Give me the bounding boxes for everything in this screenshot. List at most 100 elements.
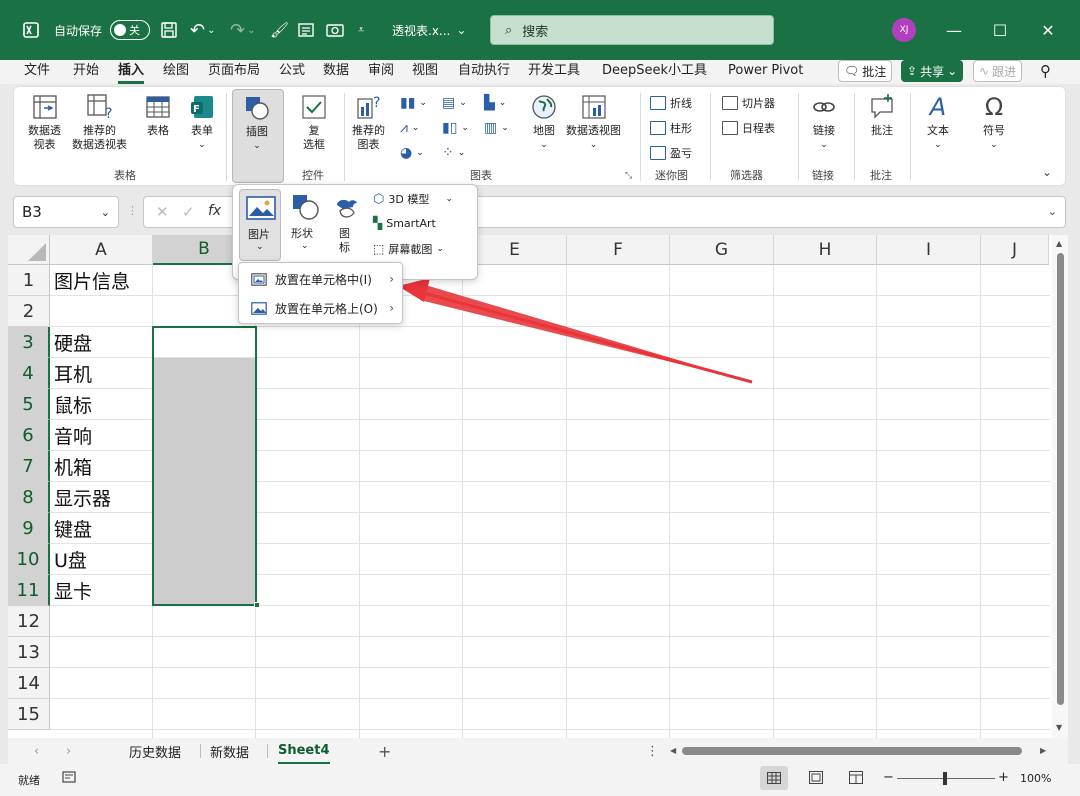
zoom-in-icon[interactable]: +: [998, 770, 1009, 785]
cancel-icon[interactable]: ✕: [156, 203, 169, 221]
tab-file[interactable]: 文件: [24, 60, 50, 84]
format-painter-icon[interactable]: 🖌: [270, 0, 289, 60]
follow-button[interactable]: ∿ 跟进: [973, 60, 1023, 82]
scroll-right-icon[interactable]: ▶: [1040, 746, 1046, 755]
row-header[interactable]: 4: [8, 358, 50, 389]
row-header[interactable]: 1: [8, 265, 50, 296]
scroll-down-icon[interactable]: ▼: [1056, 723, 1062, 732]
slicer-button[interactable]: 切片器: [722, 95, 775, 111]
page-layout-view-icon[interactable]: [809, 771, 823, 787]
tab-view[interactable]: 视图: [412, 60, 438, 84]
cell-a5[interactable]: 鼠标: [50, 389, 92, 420]
link-button[interactable]: 链接 ⌄: [810, 93, 838, 152]
close-icon[interactable]: ✕: [1024, 0, 1072, 60]
enter-icon[interactable]: ✓: [182, 203, 195, 221]
row-header[interactable]: 3: [8, 327, 50, 358]
ribbon-options-icon[interactable]: ⚲: [1040, 60, 1051, 84]
sheet-tab-sheet4[interactable]: Sheet4: [278, 738, 330, 764]
illustrations-button[interactable]: 插图 ⌄: [232, 89, 284, 183]
tab-review[interactable]: 审阅: [368, 60, 394, 84]
column-header[interactable]: J: [981, 235, 1049, 265]
save-icon[interactable]: [160, 0, 178, 60]
symbol-button[interactable]: Ω 符号 ⌄: [980, 93, 1008, 152]
minimize-icon[interactable]: —: [930, 0, 978, 60]
map-chart-button[interactable]: 地图 ⌄: [530, 93, 558, 152]
row-header[interactable]: 10: [8, 544, 50, 575]
cell-a9[interactable]: 键盘: [50, 513, 92, 544]
row-header[interactable]: 5: [8, 389, 50, 420]
zoom-out-icon[interactable]: −: [883, 770, 894, 785]
smartart-button[interactable]: ▚ SmartArt: [373, 216, 436, 230]
timeline-button[interactable]: 日程表: [722, 120, 775, 136]
accessibility-icon[interactable]: [62, 770, 76, 787]
tab-developer[interactable]: 开发工具: [528, 60, 580, 84]
statistic-chart-button[interactable]: ▮▯ ⌄: [442, 120, 469, 136]
next-sheet-icon[interactable]: ›: [66, 738, 71, 764]
scatter-chart-button[interactable]: ⁘ ⌄: [442, 145, 465, 161]
page-break-view-icon[interactable]: [849, 771, 863, 787]
cell-a4[interactable]: 耳机: [50, 358, 92, 389]
cell-a6[interactable]: 音响: [50, 420, 92, 451]
expand-formula-icon[interactable]: ⌄: [1048, 205, 1057, 218]
customize-qat-icon[interactable]: ⩡: [358, 0, 364, 60]
select-all-button[interactable]: [8, 235, 50, 265]
place-in-cell-item[interactable]: 放置在单元格中(I) ›: [239, 265, 402, 293]
column-header[interactable]: F: [567, 235, 670, 265]
collapse-ribbon-icon[interactable]: ⌄: [1042, 165, 1052, 179]
line-chart-button[interactable]: ⩘ ⌄: [400, 120, 419, 136]
checkbox-control-button[interactable]: 复 选框: [300, 93, 328, 152]
row-header[interactable]: 11: [8, 575, 50, 606]
row-header[interactable]: 7: [8, 451, 50, 482]
icons-button[interactable]: 图 标: [329, 189, 363, 261]
shapes-button[interactable]: 形状 ⌄: [287, 189, 327, 261]
column-header[interactable]: G: [670, 235, 774, 265]
row-header[interactable]: 15: [8, 699, 50, 730]
form-icon[interactable]: [298, 0, 314, 60]
dialog-launcher-icon[interactable]: ⤡: [625, 171, 632, 181]
zoom-slider-thumb[interactable]: [943, 772, 947, 785]
horizontal-scroll-thumb[interactable]: [682, 747, 1022, 755]
add-sheet-icon[interactable]: +: [378, 738, 391, 764]
picture-button[interactable]: 图片 ⌄: [239, 189, 281, 261]
row-header[interactable]: 9: [8, 513, 50, 544]
row-header[interactable]: 13: [8, 637, 50, 668]
tab-home[interactable]: 开始: [73, 60, 99, 84]
tab-data[interactable]: 数据: [323, 60, 349, 84]
cell-a10[interactable]: U盘: [50, 544, 87, 575]
filename-button[interactable]: 透视表.x... ⌄: [392, 0, 466, 60]
table-button[interactable]: 表格: [144, 93, 172, 138]
combo-chart-button[interactable]: ▥ ⌄: [484, 120, 509, 136]
recommended-charts-button[interactable]: ? 推荐的 图表: [352, 93, 385, 152]
cell-a3[interactable]: 硬盘: [50, 327, 92, 358]
tab-power-pivot[interactable]: Power Pivot: [728, 60, 803, 84]
tab-split-handle-icon[interactable]: ⋮: [646, 738, 659, 764]
undo-icon[interactable]: ↶ ⌄: [190, 0, 215, 60]
autosave-toggle[interactable]: 关: [110, 0, 150, 60]
tab-draw[interactable]: 绘图: [163, 60, 189, 84]
column-header[interactable]: A: [50, 235, 153, 265]
row-header[interactable]: 12: [8, 606, 50, 637]
cell-a8[interactable]: 显示器: [50, 482, 111, 513]
camera-icon[interactable]: [326, 0, 344, 60]
pie-chart-button[interactable]: ◕ ⌄: [400, 145, 424, 161]
share-button[interactable]: ⇪ 共享 ⌄: [901, 60, 964, 82]
place-over-cells-item[interactable]: 放置在单元格上(O) ›: [239, 294, 402, 322]
column-header[interactable]: H: [774, 235, 877, 265]
redo-icon[interactable]: ↷ ⌄: [230, 0, 255, 60]
comments-button[interactable]: 🗨 批注: [838, 60, 893, 82]
fill-handle[interactable]: [254, 602, 260, 608]
name-box[interactable]: B3 ⌄: [13, 196, 119, 228]
drag-handle-icon[interactable]: ⋮: [127, 204, 138, 217]
tab-page-layout[interactable]: 页面布局: [208, 60, 260, 84]
pivot-chart-button[interactable]: 数据透视图 ⌄: [566, 93, 621, 152]
forms-button[interactable]: F 表单 ⌄: [188, 93, 216, 152]
column-chart-button[interactable]: ▮▮ ⌄: [400, 95, 427, 111]
row-header[interactable]: 2: [8, 296, 50, 327]
normal-view-icon[interactable]: [760, 766, 788, 790]
zoom-level[interactable]: 100%: [1020, 772, 1051, 785]
new-comment-button[interactable]: 批注: [868, 93, 896, 138]
fx-icon[interactable]: fx: [208, 203, 221, 219]
pivot-table-button[interactable]: 数据透 视表: [28, 93, 61, 152]
scroll-left-icon[interactable]: ◀: [670, 746, 676, 755]
cell-a1[interactable]: 图片信息: [50, 265, 130, 296]
